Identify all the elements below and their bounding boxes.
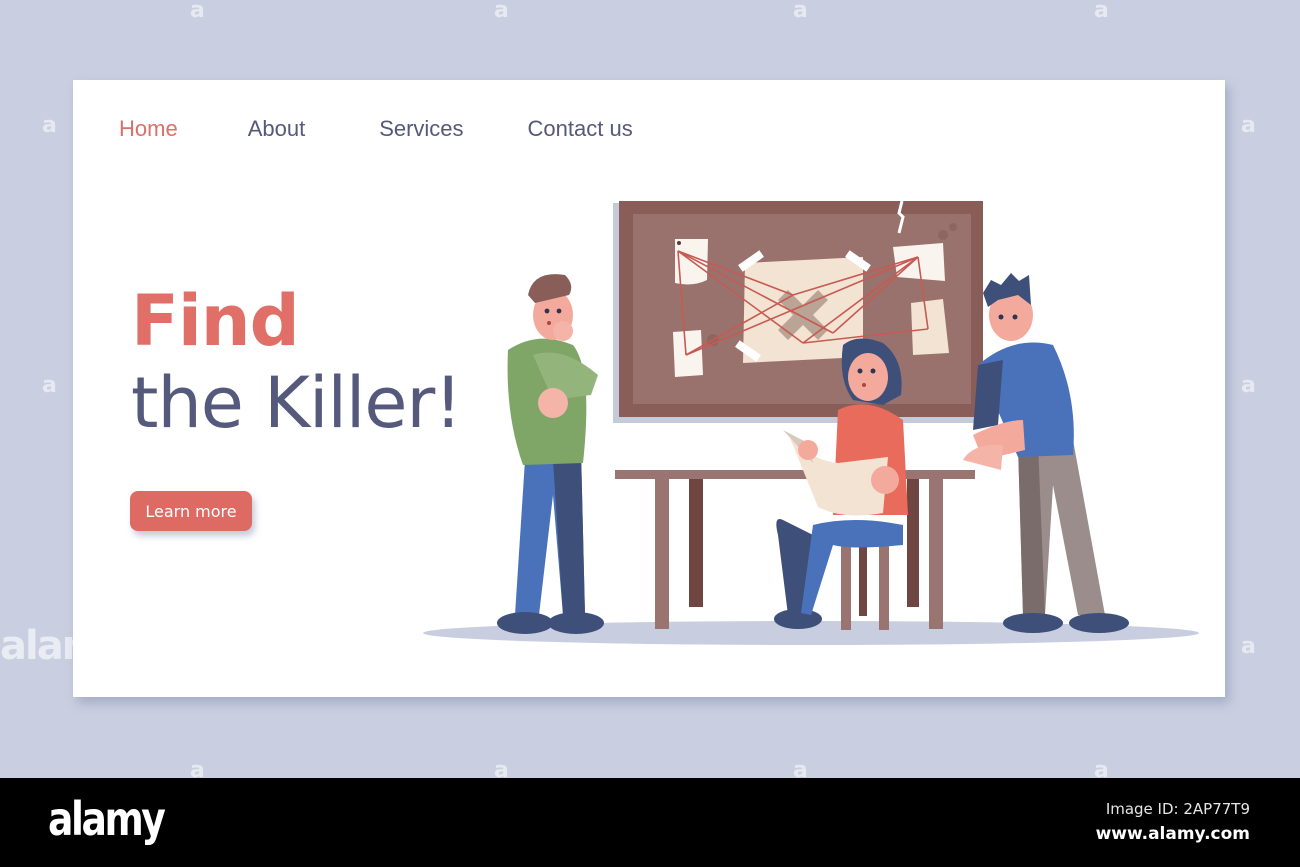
watermark-glyph: a <box>1241 113 1256 138</box>
watermark-glyph: a <box>1241 373 1256 398</box>
watermark-glyph: a <box>190 0 205 23</box>
nav-home[interactable]: Home <box>119 116 178 142</box>
alamy-logo: alamy <box>48 792 166 846</box>
image-id: Image ID: 2AP77T9 <box>1105 800 1250 818</box>
main-nav: Home About Services Contact us <box>119 116 633 142</box>
watermark-glyph: a <box>42 113 57 138</box>
landing-page-card: Home About Services Contact us Find the … <box>73 80 1225 697</box>
hero-title-line1: Find <box>131 280 300 362</box>
nav-services[interactable]: Services <box>379 116 463 142</box>
watermark-glyph: a <box>42 373 57 398</box>
nav-contact-us[interactable]: Contact us <box>528 116 633 142</box>
detective-illustration <box>423 200 1199 645</box>
watermark-glyph: a <box>494 0 509 23</box>
watermark-glyph: a <box>1094 0 1109 23</box>
stool <box>837 537 901 630</box>
watermark-footer: alamy Image ID: 2AP77T9 www.alamy.com <box>0 778 1300 867</box>
learn-more-button[interactable]: Learn more <box>130 491 252 531</box>
nav-about[interactable]: About <box>248 116 306 142</box>
watermark-glyph: a <box>1241 634 1256 659</box>
detective-blue <box>963 273 1129 633</box>
hero-title-line2: the Killer! <box>131 362 462 444</box>
detective-green <box>497 274 604 634</box>
source-url: www.alamy.com <box>1095 824 1250 844</box>
watermark-glyph: a <box>793 0 808 23</box>
image-meta: Image ID: 2AP77T9 www.alamy.com <box>1096 800 1250 844</box>
hero-title: Find the Killer! <box>131 280 462 444</box>
